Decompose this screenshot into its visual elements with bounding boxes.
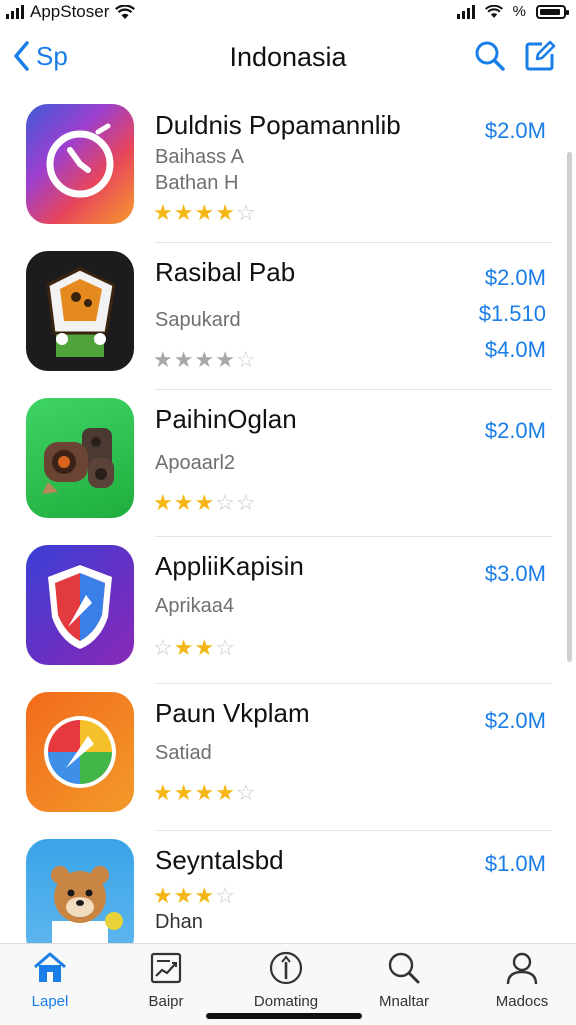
app-subtitle: Baihass A [155, 146, 244, 168]
list-item[interactable]: Paun Vkplam Satiad ★ ★ ★ ★ ☆ $2.0M [0, 684, 576, 831]
scrollbar[interactable] [567, 152, 572, 662]
app-price-tertiary[interactable]: $4.0M [485, 337, 546, 363]
compass-icon [44, 716, 116, 788]
list-item[interactable]: Duldnis Popamannlib Baihass A Bathan H ★… [0, 96, 576, 243]
star-rating: ☆ ★ ★ ☆ [153, 635, 235, 660]
app-subtitle: Sapukard [155, 309, 241, 331]
gear-blocks-icon [42, 428, 114, 494]
app-price[interactable]: $3.0M [485, 561, 546, 587]
app-icon[interactable] [26, 398, 134, 518]
app-price[interactable]: $2.0M [485, 265, 546, 291]
app-price[interactable]: $2.0M [485, 118, 546, 144]
info-icon [269, 951, 303, 985]
compose-icon [525, 40, 556, 71]
app-name: PaihinOglan [155, 404, 297, 434]
shield-icon [48, 565, 112, 649]
app-subtitle: Satiad [155, 742, 212, 764]
carrier-label: AppStoser [30, 2, 110, 21]
app-price[interactable]: $1.0M [485, 851, 546, 877]
app-list: Duldnis Popamannlib Baihass A Bathan H ★… [0, 96, 576, 978]
app-icon[interactable] [26, 545, 134, 665]
game-character-icon [46, 267, 116, 357]
app-icon[interactable] [26, 251, 134, 371]
app-name: Duldnis Popamannlib [155, 110, 401, 140]
tab-label: Mnaltar [378, 993, 430, 1010]
app-name: AppliiKapisin [155, 551, 304, 581]
app-icon[interactable] [26, 104, 134, 224]
tab-lapel[interactable]: Lapel [0, 950, 100, 1010]
star-rating: ★ ★ ★ ★ ☆ [153, 780, 256, 805]
app-name: Seyntalsbd [155, 845, 284, 875]
home-icon [34, 952, 66, 982]
signal-icon [6, 5, 24, 19]
tab-label: Madocs [495, 993, 549, 1010]
tab-baipr[interactable]: Baipr [116, 950, 216, 1010]
tab-label: Lapel [31, 993, 69, 1010]
star-rating: ★ ★ ★ ★ ☆ [153, 200, 256, 225]
app-subtitle: Apoaarl2 [155, 452, 236, 474]
star-rating: ★ ★ ★ ☆ [153, 883, 235, 908]
tab-domating[interactable]: Domating [236, 950, 336, 1010]
wifi-icon-right [484, 4, 503, 18]
battery-icon [536, 4, 569, 19]
cellular-icon [456, 4, 475, 19]
home-indicator[interactable] [206, 1013, 362, 1019]
list-item[interactable]: PaihinOglan Apoaarl2 ★ ★ ★ ☆ ☆ $2.0M [0, 390, 576, 537]
tab-label: Domating [253, 993, 319, 1010]
tab-mnaltar[interactable]: Mnaltar [354, 950, 454, 1010]
chart-icon [150, 952, 182, 984]
star-rating: ★ ★ ★ ★ ☆ [153, 347, 256, 372]
status-bar: AppStoser % [0, 0, 576, 26]
app-price[interactable]: $2.0M [485, 418, 546, 444]
tab-madocs[interactable]: Madocs [472, 950, 572, 1010]
search-button[interactable] [474, 40, 506, 77]
person-icon [506, 952, 538, 985]
clock-icon [46, 123, 114, 198]
app-subtitle: Dhan [155, 911, 203, 933]
app-price-secondary[interactable]: $1.510 [479, 301, 546, 327]
status-right: % [456, 3, 569, 20]
app-icon[interactable] [26, 839, 134, 959]
list-item[interactable]: AppliiKapisin Aprikaa4 ☆ ★ ★ ☆ $3.0M [0, 537, 576, 684]
app-subtitle: Aprikaa4 [155, 595, 234, 617]
search-icon [475, 41, 505, 71]
navigation-bar: Sp Indonasia [0, 30, 576, 86]
wifi-icon [115, 4, 136, 19]
app-name: Paun Vkplam [155, 698, 310, 728]
app-name: Rasibal Pab [155, 257, 296, 287]
animal-mascot-icon [51, 866, 123, 959]
status-left: AppStoser [6, 2, 136, 22]
compose-button[interactable] [524, 40, 556, 77]
app-subtitle-secondary: Bathan H [155, 172, 239, 194]
battery-percent: % [512, 3, 526, 20]
app-icon[interactable] [26, 692, 134, 812]
list-item[interactable]: Rasibal Pab Sapukard ★ ★ ★ ★ ☆ $2.0M $1.510 … [0, 243, 576, 390]
tab-label: Baipr [148, 993, 184, 1010]
app-price[interactable]: $2.0M [485, 708, 546, 734]
search-icon [388, 952, 420, 984]
star-rating: ★ ★ ★ ☆ ☆ [153, 490, 256, 515]
